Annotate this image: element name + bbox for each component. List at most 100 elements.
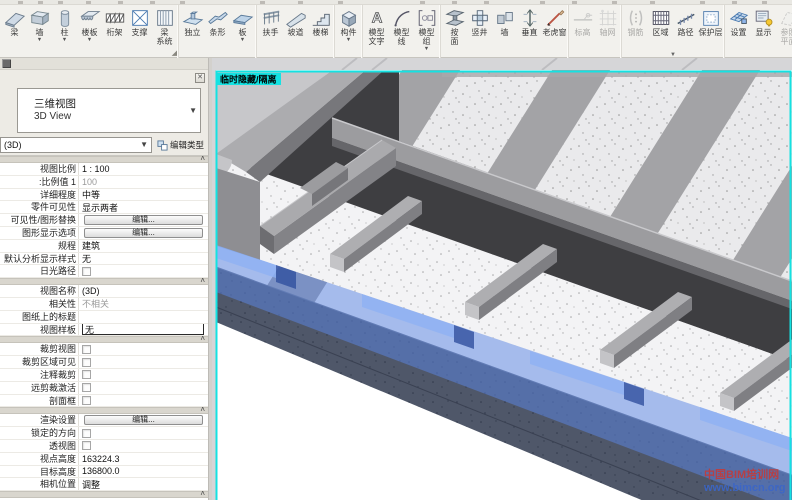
property-value[interactable]: 编辑... [79,214,208,226]
ribbon-button-component[interactable]: 构件▼ [336,5,361,42]
ribbon-button-floor[interactable]: 楼板▼ [77,5,102,42]
property-value[interactable]: 1 : 100 [79,163,208,175]
property-value[interactable]: 100 [79,176,208,188]
ribbon-button-path-rebar[interactable]: 路径 [673,5,698,38]
ribbon-button-vertical-opening[interactable]: 垂直 [517,5,542,38]
property-value[interactable]: 编辑... [79,227,208,239]
ribbon-button-display[interactable]: 显示 [751,5,776,38]
temp-hide-isolate-label: 临时隐藏/隔离 [220,74,277,85]
property-value[interactable]: 136800.0 [79,466,208,478]
property-value[interactable]: 中等 [79,189,208,201]
ribbon-button-model-line[interactable]: 模型线 [389,5,414,47]
property-section-divider: ˄ [0,491,208,498]
edit-type-button[interactable]: 编辑类型 [155,137,206,153]
ribbon-button-truss[interactable]: 桁架 [102,5,127,38]
section-collapse-icon[interactable]: ˄ [200,490,203,498]
checkbox-unchecked[interactable] [82,429,91,438]
ribbon-button-brace[interactable]: 支撑 [127,5,152,38]
property-value[interactable] [79,427,208,439]
property-label: 视图样板 [0,324,79,336]
property-value[interactable]: 调整 [79,478,208,490]
wall-opening-icon [494,7,516,29]
checkbox-unchecked[interactable] [82,441,91,450]
ribbon-button-shaft[interactable]: 竖井 [467,5,492,38]
property-value[interactable] [79,311,208,323]
edit-button[interactable]: 编辑... [84,415,203,425]
property-value-text: 无 [82,253,91,265]
ribbon: 梁墙▼柱▼楼板▼桁架支撑梁系统◢独立条形板▼扶手坡道楼梯构件▼A模型文字模型线模… [0,0,792,58]
property-value[interactable] [79,382,208,394]
cover-icon [700,7,722,29]
type-selector[interactable]: 三维视图 3D View ▼ [17,88,201,133]
checkbox-unchecked[interactable] [82,396,91,405]
property-value[interactable]: 建筑 [79,240,208,252]
panel-expander-icon[interactable]: ◢ [172,50,177,57]
ribbon-button-wall[interactable]: 墙▼ [27,5,52,42]
ribbon-button-ramp[interactable]: 坡道 [283,5,308,38]
property-value[interactable] [79,265,208,277]
checkbox-unchecked[interactable] [82,267,91,276]
strip-footing-icon [207,7,229,29]
ribbon-button-cover[interactable]: 保护层 [698,5,723,38]
property-row: 日光路径 [0,265,208,278]
view-instance-combobox[interactable]: (3D) ▼ [0,137,152,153]
ribbon-button-dormer[interactable]: 老虎窗 [542,5,567,38]
chevron-down-icon[interactable]: ▼ [189,106,197,115]
property-value[interactable]: 无 [79,253,208,265]
checkbox-unchecked[interactable] [82,345,91,354]
property-value[interactable] [79,343,208,355]
property-value-text: 163224.3 [82,454,120,464]
ribbon-button-beam-system[interactable]: 梁系统 [152,5,177,47]
edit-button[interactable]: 编辑... [84,228,203,238]
3d-viewport[interactable]: 中国BIM培训网 www.bimcn.org 临时隐藏/隔离 [212,58,792,500]
ribbon-button-opening-by-face[interactable]: 按面 [442,5,467,47]
ribbon-button-isolated-footing[interactable]: 独立 [180,5,205,38]
chevron-down-icon[interactable]: ▼ [240,38,245,42]
property-value[interactable]: 不相关 [79,298,208,310]
property-value[interactable] [79,356,208,368]
ribbon-button-model-group[interactable]: 模型组▼ [414,5,439,51]
section-collapse-icon[interactable]: ˄ [200,406,203,414]
property-value[interactable]: (3D) [79,285,208,297]
chevron-down-icon[interactable]: ▼ [62,38,67,42]
property-value[interactable]: 显示两者 [79,201,208,213]
ribbon-button-stairs[interactable]: 楼梯 [308,5,333,38]
property-value[interactable]: 无 [79,324,208,336]
chevron-down-icon[interactable]: ▼ [346,38,351,42]
section-collapse-icon[interactable]: ˄ [200,277,203,285]
chevron-down-icon[interactable]: ▼ [37,38,42,42]
ribbon-button-railing[interactable]: 扶手 [258,5,283,38]
palette-header[interactable] [0,58,208,70]
section-collapse-icon[interactable]: ˄ [200,155,203,163]
chevron-down-icon[interactable]: ▼ [424,47,429,51]
property-label: 比例值 1: [0,176,79,188]
checkbox-unchecked[interactable] [82,370,91,379]
checkbox-unchecked[interactable] [82,358,91,367]
property-value[interactable]: 编辑... [79,414,208,426]
ribbon-button-wall-opening[interactable]: 墙 [492,5,517,38]
chevron-down-icon[interactable]: ▼ [87,38,92,42]
section-collapse-icon[interactable]: ˄ [200,335,203,343]
property-value[interactable] [79,369,208,381]
ribbon-button-column[interactable]: 柱▼ [52,5,77,42]
property-value[interactable]: 163224.3 [79,453,208,465]
ribbon-button-area-rebar[interactable]: 区域 [648,5,673,38]
ribbon-button-label: 梁 [11,29,19,38]
ribbon-button-foundation-slab[interactable]: 板▼ [230,5,255,42]
ribbon-button-label: 墙 [501,29,509,38]
chevron-down-icon[interactable]: ▼ [140,138,148,152]
property-row: 相关性不相关 [0,298,208,311]
ribbon-button-beam[interactable]: 梁 [2,5,27,38]
property-label: 视图名称 [0,285,79,297]
property-value[interactable] [79,440,208,452]
ribbon-button-strip-footing[interactable]: 条形 [205,5,230,38]
palette-close-button[interactable]: ✕ [195,73,205,83]
ribbon-button-settings[interactable]: 设置 [726,5,751,38]
focused-value-cell[interactable]: 无 [82,324,204,336]
edit-button[interactable]: 编辑... [84,215,203,225]
property-grid: ˄视图比例1 : 100比例值 1:100详细程度中等零件可见性显示两者可见性/… [0,155,208,500]
checkbox-unchecked[interactable] [82,383,91,392]
property-label: 锁定的方向 [0,427,79,439]
property-value[interactable] [79,395,208,407]
ribbon-button-model-text[interactable]: A模型文字 [364,5,389,47]
